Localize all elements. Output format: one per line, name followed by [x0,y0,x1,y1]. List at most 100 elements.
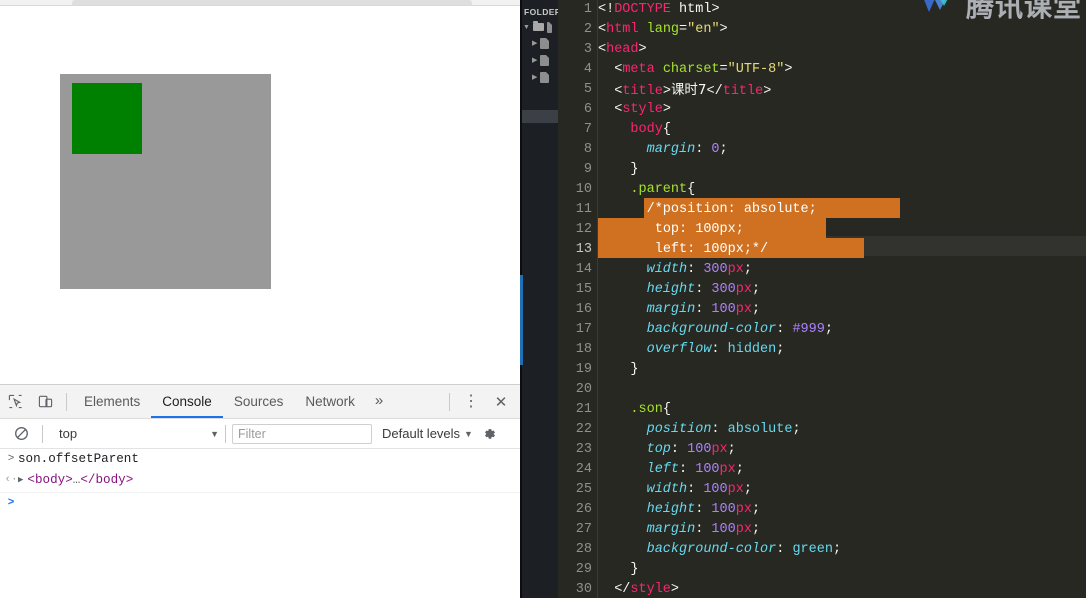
line-number-4: 4 [583,62,592,77]
expand-triangle-icon[interactable]: ▶ [18,470,23,491]
sidebar-selection-highlight [520,110,558,123]
toolbar-divider [66,392,67,411]
code-line-12: top: 100px; [654,222,744,237]
line-number-27: 27 [575,522,592,537]
triangle-right-icon-2[interactable]: ▶ [532,56,537,64]
code-line-15: height: 300px; [646,282,761,297]
screen-root: Elements Console Sources Network » ⋮ ✕ t… [0,0,1086,598]
settings-gear-icon[interactable] [481,426,497,442]
line-number-16: 16 [575,302,592,317]
code-line-23: top: 100px; [646,442,736,457]
tencent-logo-icon [924,0,948,12]
inspect-element-icon[interactable] [0,388,30,416]
code-line-26: height: 100px; [646,502,761,517]
line-number-5: 5 [583,82,592,97]
page-viewport [0,6,520,384]
line-number-24: 24 [575,462,592,477]
browser-tab-stub[interactable] [72,0,472,5]
line-number-23: 23 [575,442,592,457]
close-icon[interactable]: ✕ [486,388,516,416]
kebab-menu-icon[interactable]: ⋮ [456,388,486,416]
tab-network[interactable]: Network [294,385,366,418]
watermark-text: 腾讯课堂 [965,0,1082,23]
line-number-3: 3 [583,42,592,57]
result-open-tag: <body> [27,473,73,487]
line-number-1: 1 [583,2,592,17]
editor-file-sidebar: FOLDERS ▼ ▶ ▶ ▶ [520,0,567,598]
code-line-8: margin: 0; [646,142,728,157]
code-line-29: } [630,562,639,577]
line-number-19: 19 [575,362,592,377]
line-number-21: 21 [575,402,592,417]
code-line-11: /*position: absolute; [646,202,817,217]
tree-item-file-3[interactable]: ▶ [532,70,550,84]
page-scrollbar-thumb[interactable] [520,275,523,365]
console-command-row: > son.offsetParent [0,449,520,470]
code-line-21: .son{ [630,402,671,417]
line-number-25: 25 [575,482,592,497]
code-line-28: background-color: green; [646,542,842,557]
son-div-box [72,83,142,154]
line-number-26: 26 [575,502,592,517]
clear-console-icon[interactable] [6,420,36,448]
console-prompt-row[interactable]: > [0,493,520,514]
line-number-10: 10 [575,182,592,197]
line-number-8: 8 [583,142,592,157]
line-number-9: 9 [583,162,592,177]
console-output[interactable]: > son.offsetParent ‹· ▶ <body>…</body> > [0,449,520,597]
code-editor-pane: FOLDERS ▼ ▶ ▶ ▶ 1 2 3 4 5 6 7 8 9 10 11 12 13 14 15 16 1… [520,0,1086,598]
code-line-18: overflow: hidden; [646,342,785,357]
device-toolbar-icon[interactable] [30,388,60,416]
log-levels-select[interactable]: Default levels ▼ [382,426,473,441]
filter-input[interactable] [232,423,372,444]
file-icon-2 [540,54,550,66]
tabs-overflow-icon[interactable]: » [366,385,392,418]
tree-item-file-1[interactable]: ▶ [532,36,550,50]
code-text-area[interactable]: <!DOCTYPE html> <html lang="en"> <head> … [598,0,1086,598]
code-line-2: <html lang="en"> [598,22,728,37]
result-close-tag: </body> [80,473,134,487]
prompt-marker: > [7,497,15,509]
tab-console[interactable]: Console [151,385,223,418]
result-marker: ‹· [4,474,18,486]
code-line-24: left: 100px; [646,462,744,477]
line-number-18: 18 [575,342,592,357]
line-number-14: 14 [575,262,592,277]
code-line-3: <head> [598,42,647,57]
line-number-11: 11 [575,202,592,217]
console-command-text: son.offsetParent [18,452,139,466]
console-context-value: top [59,426,78,441]
tab-elements[interactable]: Elements [73,385,151,418]
triangle-right-icon-1[interactable]: ▶ [532,39,537,47]
devtools-panel: Elements Console Sources Network » ⋮ ✕ t… [0,384,520,598]
console-result-row[interactable]: ‹· ▶ <body>…</body> [0,470,520,493]
line-number-15: 15 [575,282,592,297]
file-icon-1 [540,37,550,49]
inspect-icon-svg [8,394,22,409]
code-line-30: </style> [614,582,680,597]
code-line-14: width: 300px; [646,262,752,277]
console-context-select[interactable]: top ▼ [49,426,219,441]
browser-pane: Elements Console Sources Network » ⋮ ✕ t… [0,0,520,598]
tree-item-folder[interactable]: ▼ [523,20,552,34]
code-line-19: } [630,362,639,377]
line-number-13: 13 [575,242,592,257]
console-filter-bar: top ▼ Default levels ▼ [0,419,520,449]
triangle-right-icon-3[interactable]: ▶ [532,73,537,81]
watermark: 腾讯课堂 [917,0,1082,26]
triangle-down-icon[interactable]: ▼ [523,24,530,31]
devtools-tabbar: Elements Console Sources Network » ⋮ ✕ [0,385,520,419]
command-marker: > [7,453,15,465]
tab-sources[interactable]: Sources [223,385,295,418]
filterbar-divider-1 [42,424,43,443]
line-number-28: 28 [575,542,592,557]
line-number-2: 2 [583,22,592,37]
device-icon-svg [38,395,52,408]
tree-item-file-2[interactable]: ▶ [532,53,550,67]
line-number-20: 20 [575,382,592,397]
line-number-22: 22 [575,422,592,437]
line-number-12: 12 [575,222,592,237]
chevron-down-icon-levels: ▼ [464,428,473,439]
code-line-4: <meta charset="UTF-8"> [614,62,793,77]
